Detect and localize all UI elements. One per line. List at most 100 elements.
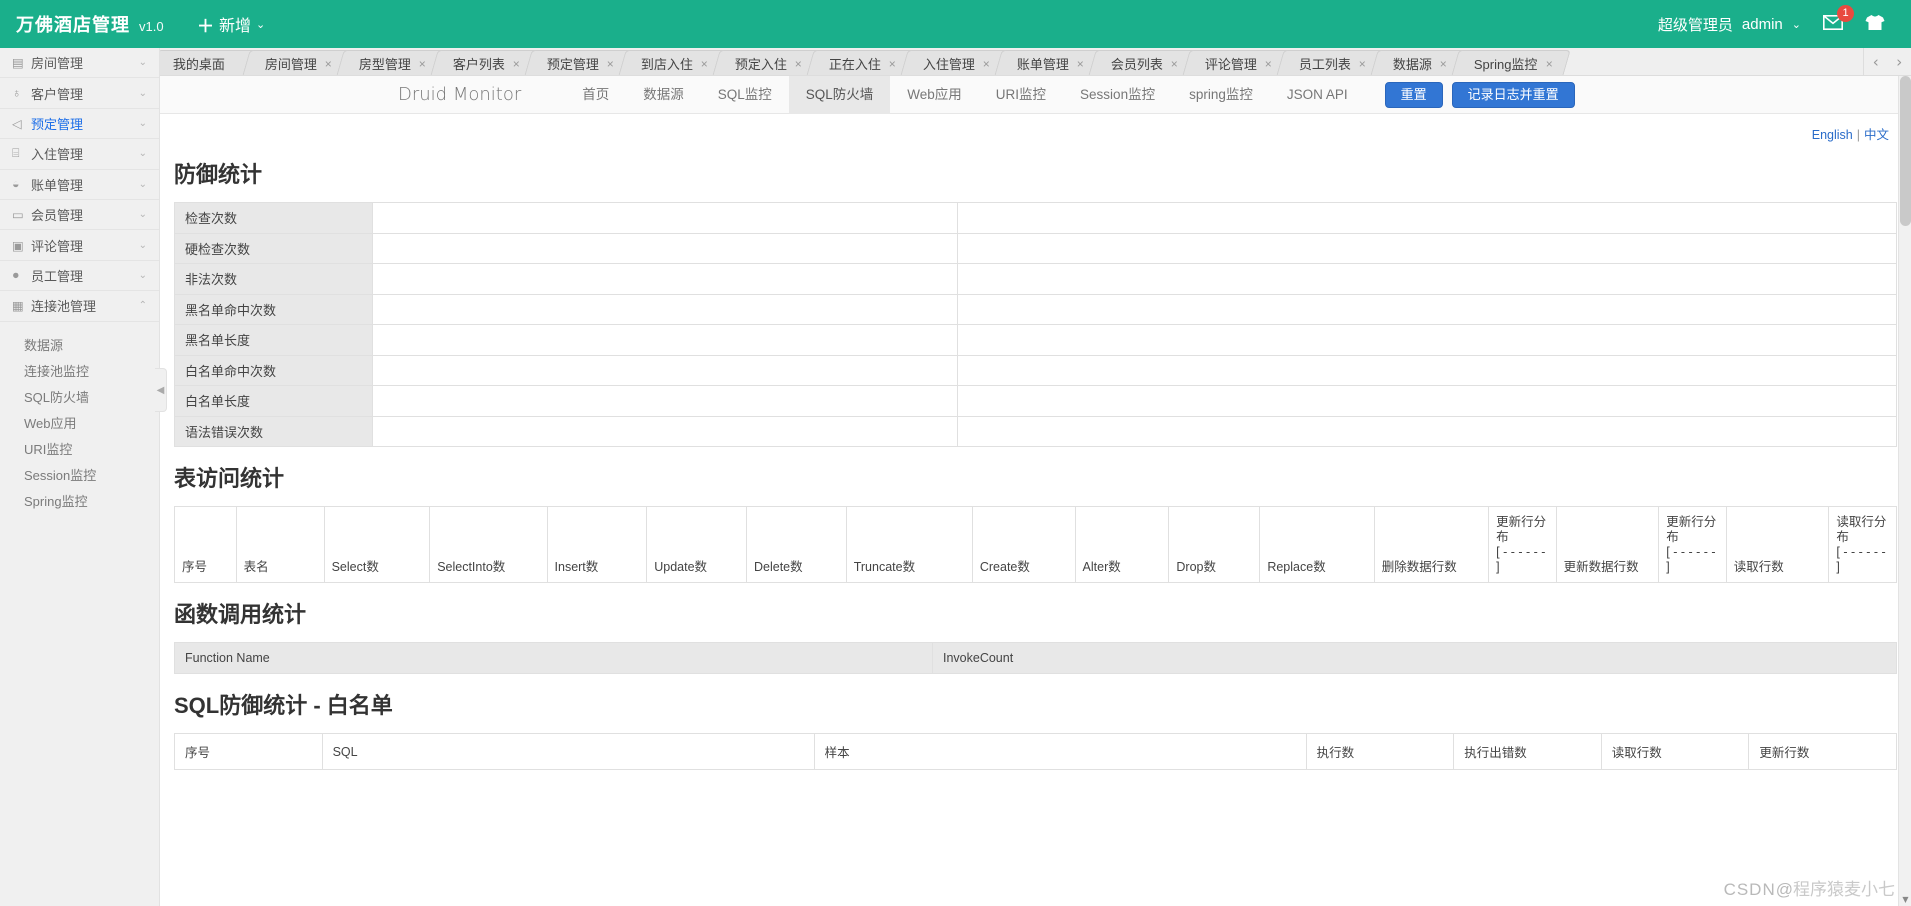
tab-close-icon[interactable]: × [325,57,332,71]
lang-chinese-link[interactable]: 中文 [1864,128,1889,142]
sidebar-item-label: 入住管理 [31,147,84,163]
tab-close-icon[interactable]: × [1171,57,1178,71]
table-access-header-row: 序号 表名 Select数 SelectInto数 Insert数 Update数 Dele… [174,506,1897,583]
sidebar-item-4[interactable]: ◒ 账单管理 ⌄ [0,170,159,200]
sidebar-subitem-6[interactable]: Spring监控 [0,488,159,514]
tab-close-icon[interactable]: × [1546,57,1553,71]
chevron-up-icon: ⌃ [138,300,147,312]
user-icon: ♁ [12,86,22,101]
sidebar-item-2[interactable]: ◁ 预定管理 ⌄ [0,109,159,140]
tab-4[interactable]: 预定管理 × [524,50,632,75]
tab-14[interactable]: Spring监控 × [1451,50,1571,75]
tab-1[interactable]: 房间管理 × [242,50,350,75]
defense-row-value-2 [957,232,1897,264]
whitelist-section-title: SQL防御统计 - 白名单 [174,693,393,718]
lang-english-link[interactable]: English [1812,128,1853,142]
tab-close-icon[interactable]: × [513,57,520,71]
druid-nav-0[interactable]: 首页 [565,76,626,114]
tab-next-arrow[interactable]: › [1896,53,1902,71]
table-access-section-title: 表访问统计 [174,466,285,491]
app-version: v1.0 [139,19,164,34]
scrollbar-thumb[interactable] [1900,76,1911,226]
sidebar-subitem-1[interactable]: 连接池监控 [0,358,159,384]
tab-close-icon[interactable]: × [1440,57,1447,71]
tab-10[interactable]: 会员列表 × [1088,50,1197,75]
druid-nav-6[interactable]: Session监控 [1063,76,1172,114]
druid-nav-2[interactable]: SQL监控 [701,76,789,114]
tab-close-icon[interactable]: × [701,57,708,71]
log-and-reset-button[interactable]: 记录日志并重置 [1451,81,1575,108]
defense-row-value-2 [957,263,1897,295]
sidebar-subitem-3[interactable]: Web应用 [0,410,159,436]
sidebar-subitem-0[interactable]: 数据源 [0,332,159,358]
table-access-col-16: 读取行数 [1725,506,1830,583]
tab-close-icon[interactable]: × [419,57,426,71]
table-access-col-4: Insert数 [546,506,648,583]
tab-label: 房间管理 [264,57,317,72]
druid-nav-4[interactable]: Web应用 [890,76,979,114]
sidebar-item-1[interactable]: ♁ 客户管理 ⌄ [0,78,159,109]
user-role: 超级管理员 [1657,16,1733,34]
tab-close-icon[interactable]: × [1077,57,1084,71]
sidebar-item-5[interactable]: ▭ 会员管理 ⌄ [0,200,159,231]
sidebar-item-0[interactable]: ▤ 房间管理 ⌄ [0,48,159,79]
tab-7[interactable]: 正在入住 × [806,50,914,75]
druid-nav-3[interactable]: SQL防火墙 [788,76,891,114]
tab-label: 会员列表 [1111,57,1164,72]
sidebar-collapse-handle[interactable]: ◀ [155,368,167,412]
chevron-down-icon: ⌄ [138,57,147,69]
defense-section-title: 防御统计 [174,162,263,187]
sidebar-subitem-5[interactable]: Session监控 [0,462,159,488]
druid-nav-8[interactable]: JSON API [1270,76,1365,114]
tab-2[interactable]: 房型管理 × [336,50,444,75]
sidebar-item-label: 预定管理 [31,116,84,132]
tab-9[interactable]: 账单管理 × [994,50,1103,75]
page-vertical-scrollbar[interactable]: ▲ ▼ [1898,76,1911,906]
druid-nav-items: 首页 数据源 SQL监控 SQL防火墙 Web应用 URI监控 Session监控 sprin… [565,76,1364,114]
druid-nav-1[interactable]: 数据源 [626,76,701,114]
tab-8[interactable]: 入住管理 × [900,50,1008,75]
scroll-down-arrow[interactable]: ▼ [1899,893,1911,906]
tab-13[interactable]: 数据源 × [1370,50,1466,75]
func-col-0: Function Name [174,642,933,674]
chevron-down-icon: ⌄ [138,178,147,190]
sidebar-subitem-2[interactable]: SQL防火墙 [0,384,159,410]
whitelist-col-1: SQL [321,733,815,770]
defense-row-value-1 [372,202,958,234]
tab-close-icon[interactable]: × [1359,57,1366,71]
tab-close-icon[interactable]: × [983,57,990,71]
table-access-col-8: Create数 [971,506,1076,583]
tab-3[interactable]: 客户列表 × [430,50,538,75]
sidebar-subitem-label: 数据源 [24,338,64,354]
sidebar-item-3[interactable]: ⌸ 入住管理 ⌄ [0,139,159,170]
sidebar-item-8[interactable]: ▦ 连接池管理 ⌃ [0,291,159,322]
table-access-col-17: 读取行分布 [ - - - - - - ] [1828,506,1897,583]
tab-close-icon[interactable]: × [795,57,802,71]
druid-nav-5[interactable]: URI监控 [979,76,1063,114]
add-new-button[interactable]: ＋ 新增 ⌄ [197,12,265,37]
sidebar-item-7[interactable]: ● 员工管理 ⌄ [0,261,159,292]
tab-6[interactable]: 预定入住 × [712,50,820,75]
tab-close-icon[interactable]: × [1265,57,1272,71]
sidebar-subitem-4[interactable]: URI监控 [0,436,159,462]
user-menu[interactable]: 超级管理员 admin ⌄ [1658,14,1801,35]
tab-strip: 我的桌面 房间管理 × 房型管理 × 客户列表 × 预定管理 × 到店入住 × 预定入住 × 正在入住 × 入… [160,48,1571,75]
table-access-wrap: 序号 表名 Select数 SelectInto数 Insert数 Update数 Dele… [174,506,1897,583]
sidebar-subitem-label: Spring监控 [24,494,88,510]
reset-button[interactable]: 重置 [1384,81,1443,108]
shirt-icon[interactable] [1865,14,1885,34]
druid-nav-7[interactable]: spring监控 [1172,76,1270,114]
tab-5[interactable]: 到店入住 × [618,50,726,75]
tab-label: 入住管理 [923,57,976,72]
defense-row: 非法次数 [174,263,1897,295]
tab-0[interactable]: 我的桌面 [160,50,256,75]
tab-prev-arrow[interactable]: ‹ [1873,53,1879,71]
tab-close-icon[interactable]: × [607,57,614,71]
tab-close-icon[interactable]: × [889,57,896,71]
tab-12[interactable]: 员工列表 × [1276,50,1385,75]
tab-11[interactable]: 评论管理 × [1182,50,1291,75]
sidebar-item-6[interactable]: ▣ 评论管理 ⌄ [0,230,159,261]
whitelist-col-6: 更新行数 [1748,733,1897,770]
envelope-icon[interactable]: 1 [1823,5,1854,33]
language-switcher: English | 中文 [160,114,1911,143]
